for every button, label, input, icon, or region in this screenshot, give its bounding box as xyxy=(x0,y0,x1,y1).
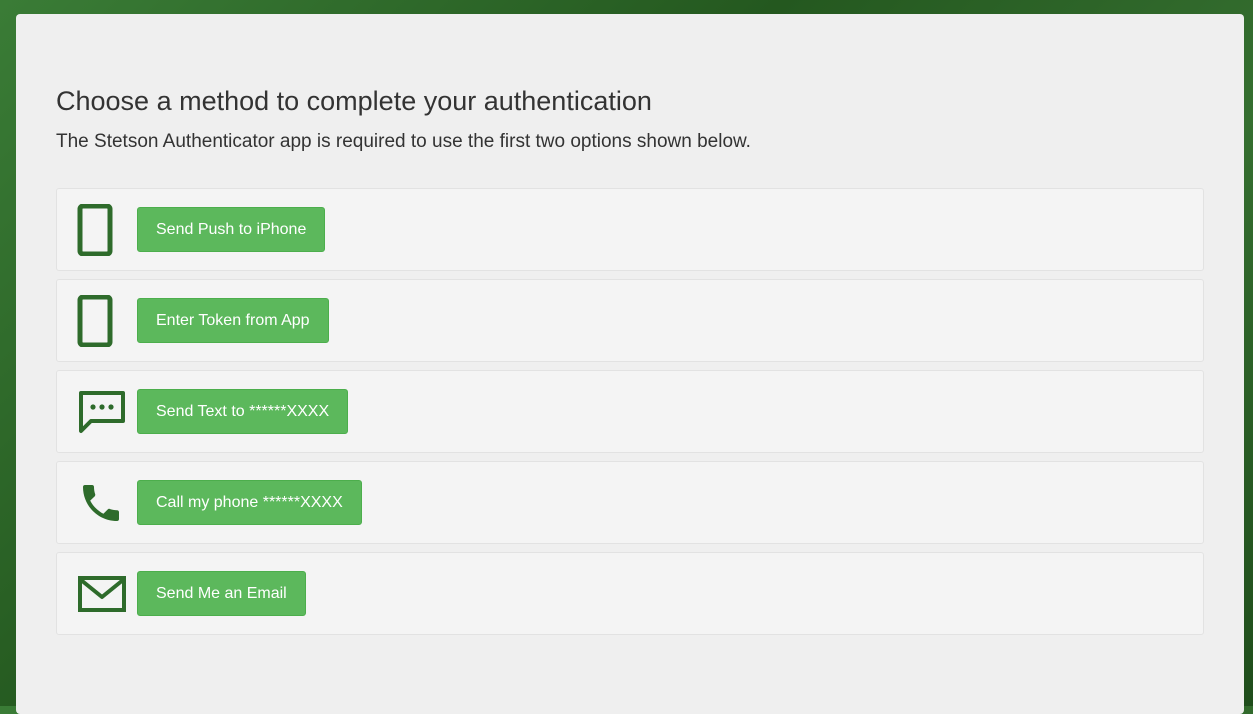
chat-bubble-icon xyxy=(77,383,135,441)
page-title: Choose a method to complete your authent… xyxy=(56,86,652,116)
send-email-button[interactable]: Send Me an Email xyxy=(137,571,306,616)
option-email: Send Me an Email xyxy=(56,552,1204,635)
option-push: Send Push to iPhone xyxy=(56,188,1204,271)
call-phone-button[interactable]: Call my phone ******XXXX xyxy=(137,480,362,525)
page-subtitle: The Stetson Authenticator app is require… xyxy=(56,131,751,152)
option-text: Send Text to ******XXXX xyxy=(56,370,1204,453)
send-text-button[interactable]: Send Text to ******XXXX xyxy=(137,389,349,434)
phone-handset-icon xyxy=(77,474,135,532)
smartphone-icon xyxy=(77,201,135,259)
auth-panel: Choose a method to complete your authent… xyxy=(16,14,1244,714)
auth-method-list: Send Push to iPhone Enter Token from App… xyxy=(56,188,1204,643)
envelope-icon xyxy=(77,565,135,623)
smartphone-icon xyxy=(77,292,135,350)
enter-token-button[interactable]: Enter Token from App xyxy=(137,298,329,343)
option-call: Call my phone ******XXXX xyxy=(56,461,1204,544)
send-push-button[interactable]: Send Push to iPhone xyxy=(137,207,326,252)
option-token: Enter Token from App xyxy=(56,279,1204,362)
